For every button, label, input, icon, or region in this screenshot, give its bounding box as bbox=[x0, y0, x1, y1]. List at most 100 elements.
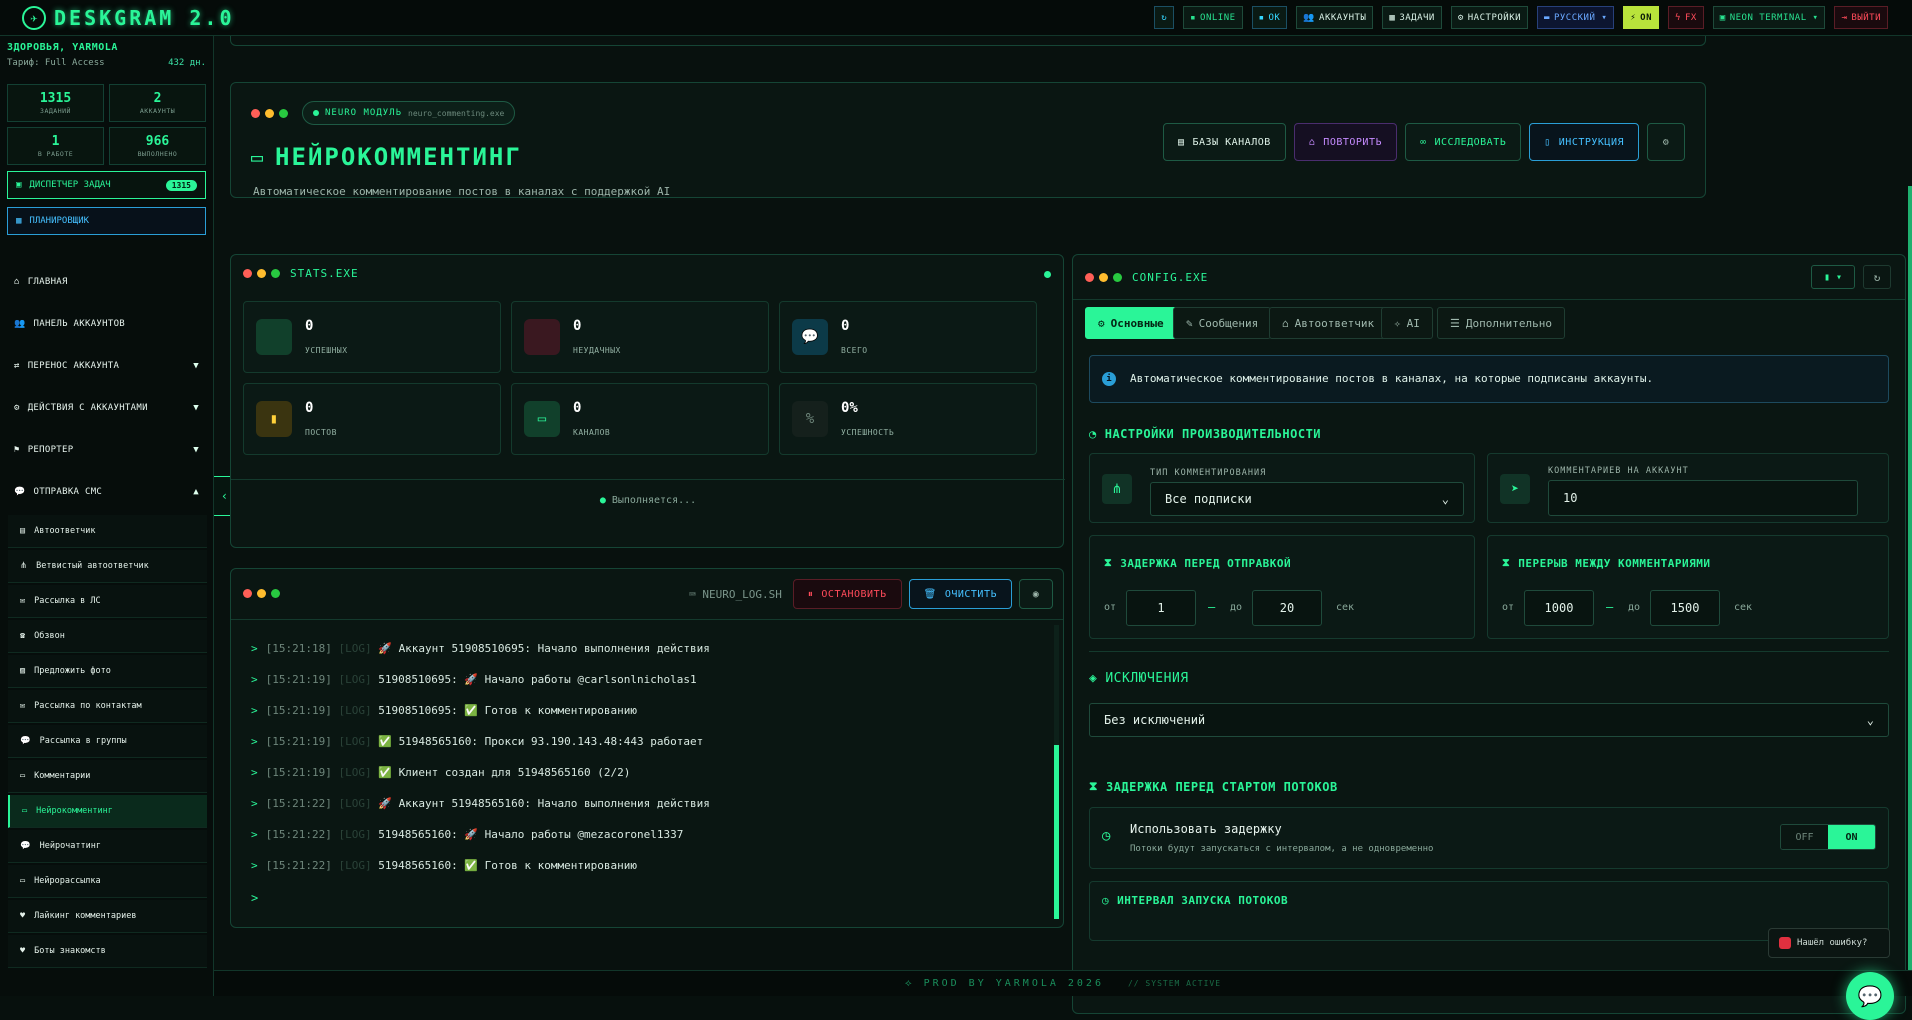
use-delay-toggle[interactable]: OFF ON bbox=[1780, 824, 1876, 850]
running-label: Выполняется... bbox=[611, 495, 697, 506]
sidebar-subitem-label: Рассылка в группы bbox=[39, 736, 127, 746]
subitem-icon: 💬 bbox=[20, 736, 31, 746]
tab-0[interactable]: ⚙ Основные bbox=[1085, 307, 1177, 339]
log-tag: [LOG] bbox=[338, 642, 372, 655]
user-gear-icon: ⚙ bbox=[14, 403, 20, 413]
sidebar-subitem-label: Рассылка в ЛС bbox=[34, 596, 101, 606]
toggle-on[interactable]: ON bbox=[1828, 825, 1875, 849]
save-preset-button[interactable]: ▮ ▾ bbox=[1811, 265, 1855, 289]
bug-report-button[interactable]: Нашёл ошибку? bbox=[1768, 928, 1890, 958]
log-tag: [LOG] bbox=[338, 673, 372, 686]
top-button-3[interactable]: ▦ ЗАДАЧИ bbox=[1382, 6, 1442, 29]
chevron-icon[interactable]: ▼ bbox=[193, 361, 199, 371]
config-tabs: ⚙ Основные ✎ Сообщения ⌂ Автоответчик ✧ AI ☰ Допо… bbox=[1085, 307, 1895, 339]
tab-label: Дополнительно bbox=[1465, 316, 1552, 330]
sidebar-subitem-1[interactable]: ⋔ Ветвистый автоответчик bbox=[8, 550, 207, 583]
bases-button[interactable]: ▤ БАЗЫ КАНАЛОВ bbox=[1162, 123, 1286, 161]
delay-from-input[interactable]: 1 bbox=[1126, 590, 1196, 626]
sidebar-subitem-4[interactable]: ▨ Предложить фото bbox=[8, 655, 207, 688]
clear-button[interactable]: 🗑 ОЧИСТИТЬ bbox=[908, 579, 1012, 609]
sidebar-subitem-8[interactable]: ▭ Нейрокомментинг bbox=[8, 795, 207, 828]
chevron-down-icon: ⌄ bbox=[1866, 713, 1874, 727]
log-text: Готов к комментированию bbox=[484, 859, 637, 872]
toggle-off[interactable]: OFF bbox=[1781, 825, 1828, 849]
chevron-icon[interactable]: ▲ bbox=[193, 487, 199, 497]
sidebar-subitem-0[interactable]: ▤ Автоответчик bbox=[8, 515, 207, 548]
subitem-icon: ☎ bbox=[20, 631, 26, 641]
running-status: ● Выполняется... bbox=[599, 495, 697, 506]
sidebar-item-0[interactable]: ⌂ ГЛАВНАЯ bbox=[0, 261, 213, 303]
top-button-2[interactable]: 👥 АККАУНТЫ bbox=[1296, 6, 1374, 29]
top-button-9[interactable]: ⇥ ВЫЙТИ bbox=[1834, 6, 1888, 29]
tab-3[interactable]: ✧ AI bbox=[1381, 307, 1433, 339]
sidebar-subitem-9[interactable]: 💬 Нейрочаттинг bbox=[8, 830, 207, 863]
sidebar-subitem-6[interactable]: 💬 Рассылка в группы bbox=[8, 725, 207, 758]
log-tag: [LOG] bbox=[338, 797, 372, 810]
log-time: [15:21:22] bbox=[265, 828, 332, 841]
per-account-box: ➤ КОММЕНТАРИЕВ НА АККАУНТ 10 bbox=[1487, 453, 1889, 523]
stop-button[interactable]: ⏸ ОСТАНОВИТЬ bbox=[792, 579, 902, 609]
per-account-input[interactable]: 10 bbox=[1548, 480, 1858, 516]
user-name: ЗДОРОВЬЯ, YARMOLA bbox=[7, 42, 118, 53]
refresh-button[interactable]: ↻ bbox=[1154, 6, 1175, 29]
phone-icon: ▣ bbox=[16, 180, 22, 190]
chevron-icon[interactable]: ▼ bbox=[193, 445, 199, 455]
top-button-7[interactable]: ϟ FX bbox=[1668, 6, 1704, 29]
sidebar-subitem-3[interactable]: ☎ Обзвон bbox=[8, 620, 207, 653]
reset-button[interactable]: ↻ bbox=[1863, 265, 1891, 289]
research-button[interactable]: ∞ ИССЛЕДОВАТЬ bbox=[1404, 123, 1522, 161]
chevron-icon[interactable]: ▼ bbox=[193, 403, 199, 413]
dispatcher-button[interactable]: ▣ ДИСПЕТЧЕР ЗАДАЧ 1315 bbox=[7, 171, 206, 199]
top-button-0[interactable]: ▪ ONLINE bbox=[1183, 6, 1243, 29]
clock-icon: ◷ bbox=[1102, 828, 1111, 844]
delay-to-input[interactable]: 20 bbox=[1252, 590, 1322, 626]
exclusions-select[interactable]: Без исключений ⌄ bbox=[1089, 703, 1889, 737]
sidebar-item-2[interactable]: ⇄ ПЕРЕНОС АККАУНТА ▼ bbox=[0, 345, 213, 387]
sidebar-item-label: РЕПОРТЕР bbox=[27, 445, 74, 455]
sidebar-item-4[interactable]: ⚑ РЕПОРТЕР ▼ bbox=[0, 429, 213, 471]
log-tag: [LOG] bbox=[338, 828, 372, 841]
refresh-icon: ↻ bbox=[1873, 270, 1881, 284]
sidebar-item-5[interactable]: 💬 ОТПРАВКА СМС ▲ bbox=[0, 471, 213, 513]
tab-4[interactable]: ☰ Дополнительно bbox=[1437, 307, 1565, 339]
users-icon: 👥 bbox=[14, 319, 26, 329]
prompt-glyph: > bbox=[251, 735, 258, 748]
stat-card: ▭ 0 КАНАЛОВ bbox=[511, 383, 769, 455]
repeat-button[interactable]: ⌂ ПОВТОРИТЬ bbox=[1293, 123, 1397, 161]
break-from-input[interactable]: 1000 bbox=[1524, 590, 1594, 626]
log-emoji-icon: 🚀 bbox=[378, 642, 392, 655]
comment-type-select[interactable]: Все подписки ⌄ bbox=[1150, 482, 1464, 516]
top-button-5[interactable]: ▬ РУССКИЙ ▾ bbox=[1537, 6, 1615, 29]
sidebar-subitem-10[interactable]: ▭ Нейрорассылка bbox=[8, 865, 207, 898]
sidebar-subitem-12[interactable]: ♥ Боты знакомств bbox=[8, 935, 207, 968]
sidebar-item-label: ПАНЕЛЬ АККАУНТОВ bbox=[33, 319, 126, 329]
sidebar-stat-value: 966 bbox=[145, 134, 170, 149]
tab-1[interactable]: ✎ Сообщения bbox=[1173, 307, 1272, 339]
log-scrollbar[interactable] bbox=[1054, 625, 1059, 919]
chat-button[interactable]: 💬 bbox=[1846, 972, 1894, 1020]
sidebar-item-1[interactable]: 👥 ПАНЕЛЬ АККАУНТОВ bbox=[0, 303, 213, 345]
sidebar-item-3[interactable]: ⚙ ДЕЙСТВИЯ С АККАУНТАМИ ▼ bbox=[0, 387, 213, 429]
perf-section-title: ◔ НАСТРОЙКИ ПРОИЗВОДИТЕЛЬНОСТИ bbox=[1089, 427, 1321, 441]
break-to-input[interactable]: 1500 bbox=[1650, 590, 1720, 626]
instruction-button[interactable]: ▯ ИНСТРУКЦИЯ bbox=[1529, 123, 1639, 161]
sidebar-subitem-2[interactable]: ✉ Рассылка в ЛС bbox=[8, 585, 207, 618]
planner-button[interactable]: ▦ ПЛАНИРОВЩИК bbox=[7, 207, 206, 235]
log-scrollbar-thumb[interactable] bbox=[1054, 745, 1059, 919]
sidebar-subitem-7[interactable]: ▭ Комментарии bbox=[8, 760, 207, 793]
log-prompt[interactable]: > bbox=[251, 891, 258, 905]
delay-box: ⧗ ЗАДЕРЖКА ПЕРЕД ОТПРАВКОЙ от 1 — до 20 с… bbox=[1089, 535, 1475, 639]
tab-2[interactable]: ⌂ Автоответчик bbox=[1269, 307, 1388, 339]
settings-button[interactable]: ⚙ bbox=[1647, 123, 1685, 161]
tab-label: AI bbox=[1406, 316, 1420, 330]
logo[interactable]: ✈ DESKGRAM 2.0 bbox=[22, 5, 235, 30]
top-button-4[interactable]: ⚙ НАСТРОЙКИ bbox=[1450, 6, 1529, 29]
top-button-8[interactable]: ▣ NEON TERMINAL ▾ bbox=[1712, 6, 1826, 29]
page-scrollbar[interactable] bbox=[1908, 186, 1912, 986]
dispatcher-label: ДИСПЕТЧЕР ЗАДАЧ bbox=[29, 180, 111, 190]
top-button-6[interactable]: ⚡ ON bbox=[1623, 6, 1660, 29]
top-button-1[interactable]: ▪ OK bbox=[1251, 6, 1288, 29]
sidebar-subitem-11[interactable]: ♥ Лайкинг комментариев bbox=[8, 900, 207, 933]
toggle-view-button[interactable]: ◉ bbox=[1019, 579, 1053, 609]
sidebar-subitem-5[interactable]: ✉ Рассылка по контактам bbox=[8, 690, 207, 723]
